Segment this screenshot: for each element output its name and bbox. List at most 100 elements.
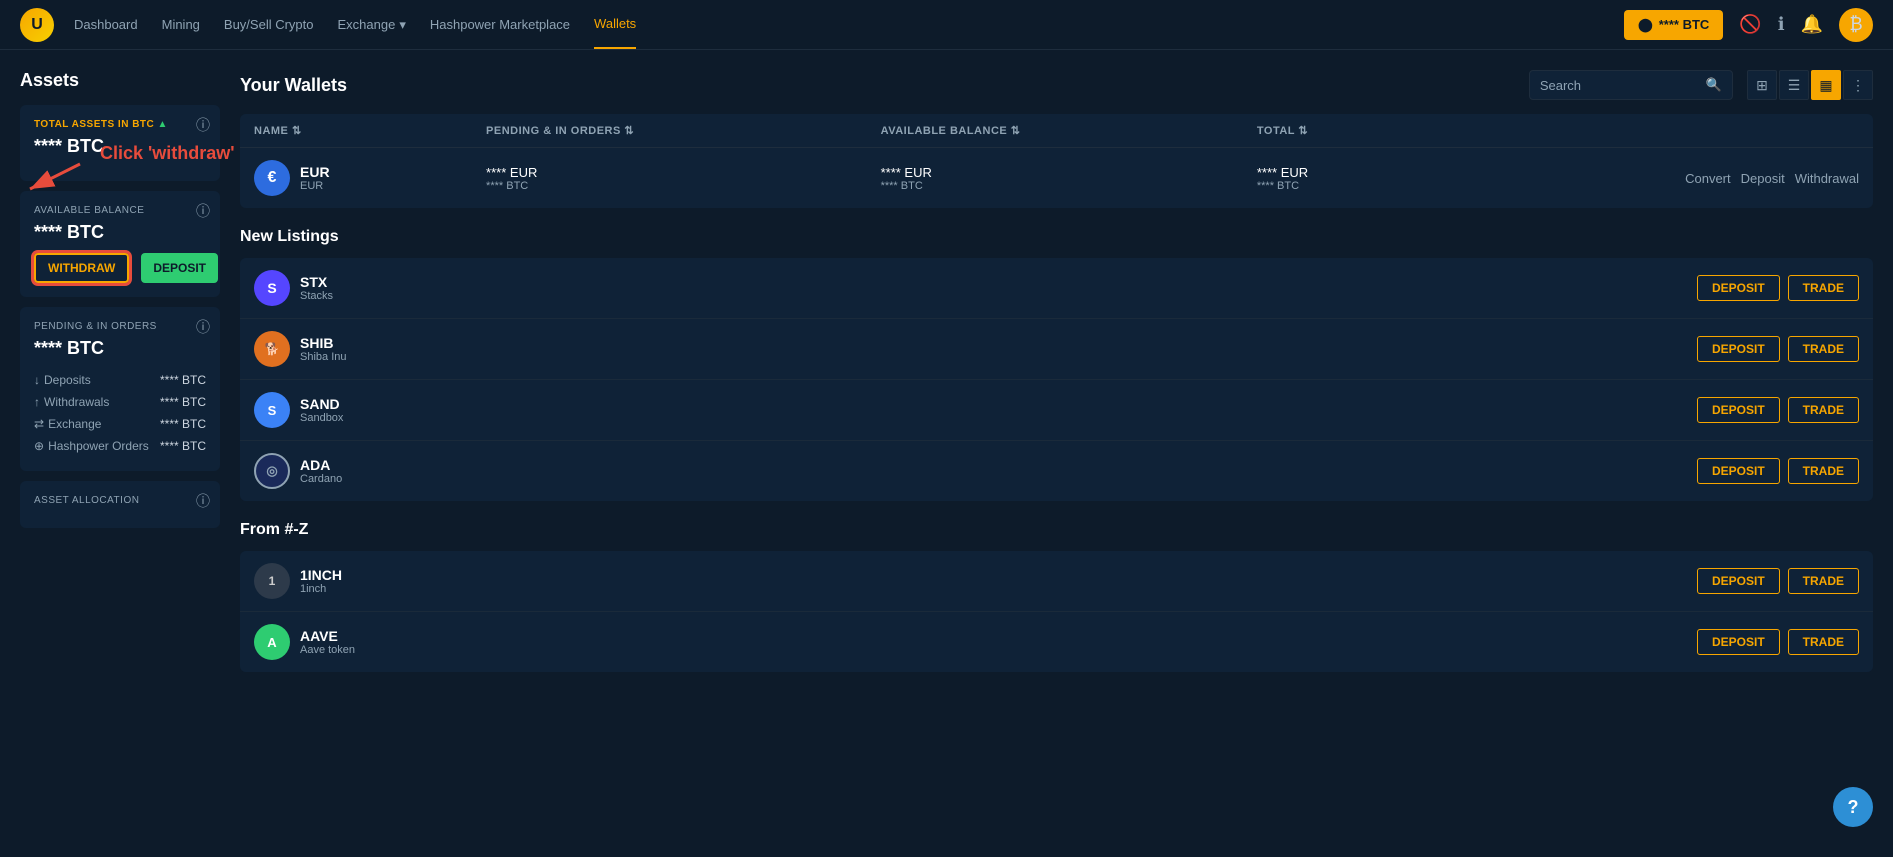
- page-title: Your Wallets: [240, 75, 347, 96]
- asset-allocation-info-icon[interactable]: ⓘ: [196, 491, 210, 511]
- col-name[interactable]: NAME ⇅: [240, 114, 472, 148]
- withdraw-button[interactable]: WITHDRAW: [34, 253, 129, 283]
- pending-orders-label: PENDING & IN ORDERS: [34, 321, 206, 332]
- deposit-button[interactable]: DEPOSIT: [141, 253, 218, 283]
- total-assets-info-icon[interactable]: ⓘ: [196, 115, 210, 135]
- eur-withdrawal-link[interactable]: Withdrawal: [1795, 171, 1859, 186]
- shib-icon: 🐕: [254, 331, 290, 367]
- nav-links: Dashboard Mining Buy/Sell Crypto Exchang…: [74, 0, 1624, 49]
- chevron-down-icon: ▾: [399, 17, 406, 33]
- nav-hashpower[interactable]: Hashpower Marketplace: [430, 0, 570, 49]
- help-button[interactable]: ?: [1833, 787, 1873, 827]
- more-options-button[interactable]: ⋮: [1843, 70, 1873, 100]
- nav-mining[interactable]: Mining: [162, 0, 200, 49]
- sand-icon: S: [254, 392, 290, 428]
- app-logo[interactable]: U: [20, 8, 54, 42]
- available-balance-info-icon[interactable]: ⓘ: [196, 201, 210, 221]
- asset-allocation-card: ⓘ ASSET ALLOCATION: [20, 481, 220, 528]
- grid-view-button[interactable]: ⊞: [1747, 70, 1777, 100]
- col-pending[interactable]: PENDING & IN ORDERS ⇅: [472, 114, 867, 148]
- deposits-icon: ↓: [34, 373, 40, 387]
- new-listings-title: New Listings: [240, 228, 1873, 246]
- no-eye-icon[interactable]: 🚫: [1739, 14, 1761, 35]
- search-icon: 🔍: [1706, 77, 1722, 93]
- exchange-icon: ⇄: [34, 417, 44, 431]
- available-balance-actions: WITHDRAW DEPOSIT: [34, 253, 206, 283]
- new-listings-group: S STX Stacks DEPOSIT TRADE: [240, 258, 1873, 501]
- content-area: Your Wallets 🔍 ⊞ ☰ ▦ ⋮ NAME ⇅: [240, 70, 1873, 837]
- ada-icon: ◎: [254, 453, 290, 489]
- btc-balance-button[interactable]: ⬤ **** BTC: [1624, 10, 1723, 40]
- avatar[interactable]: ₿: [1839, 8, 1873, 42]
- ada-deposit-button[interactable]: DEPOSIT: [1697, 458, 1780, 484]
- available-balance-card: ⓘ AVAILABLE BALANCE **** BTC Click 'with…: [20, 191, 220, 297]
- table-row: € EUR EUR **** EUR **** BTC **** EUR: [240, 148, 1873, 209]
- from-z-title: From #-Z: [240, 521, 1873, 539]
- eur-convert-link[interactable]: Convert: [1685, 171, 1731, 186]
- 1inch-deposit-button[interactable]: DEPOSIT: [1697, 568, 1780, 594]
- search-input[interactable]: [1540, 78, 1700, 93]
- pending-deposits-row: ↓ Deposits **** BTC: [34, 369, 206, 391]
- ada-trade-button[interactable]: TRADE: [1788, 458, 1859, 484]
- search-bar: 🔍: [1529, 70, 1733, 100]
- view-icons: ⊞ ☰ ▦ ⋮: [1747, 70, 1873, 100]
- 1inch-icon: 1: [254, 563, 290, 599]
- pending-orders-value: **** BTC: [34, 338, 206, 359]
- topnav: U Dashboard Mining Buy/Sell Crypto Excha…: [0, 0, 1893, 50]
- nav-dashboard[interactable]: Dashboard: [74, 0, 138, 49]
- col-actions: [1421, 114, 1873, 148]
- nav-wallets[interactable]: Wallets: [594, 0, 636, 49]
- eur-pending-cell: **** EUR **** BTC: [472, 148, 867, 209]
- list-item-ada: ◎ ADA Cardano DEPOSIT TRADE: [240, 441, 1873, 501]
- pending-orders-list: ↓ Deposits **** BTC ↑ Withdrawals **** B…: [34, 369, 206, 457]
- total-assets-card: ⓘ TOTAL ASSETS IN BTC ▲ **** BTC: [20, 105, 220, 181]
- sidebar-title: Assets: [20, 70, 220, 91]
- shib-trade-button[interactable]: TRADE: [1788, 336, 1859, 362]
- list-item-sand: S SAND Sandbox DEPOSIT TRADE: [240, 380, 1873, 441]
- pending-withdrawals-row: ↑ Withdrawals **** BTC: [34, 391, 206, 413]
- asset-allocation-label: ASSET ALLOCATION: [34, 495, 206, 506]
- eur-deposit-link[interactable]: Deposit: [1741, 171, 1785, 186]
- sidebar: Assets ⓘ TOTAL ASSETS IN BTC ▲ **** BTC …: [20, 70, 220, 837]
- 1inch-trade-button[interactable]: TRADE: [1788, 568, 1859, 594]
- info-icon[interactable]: ℹ: [1778, 14, 1785, 35]
- bell-icon[interactable]: 🔔: [1801, 14, 1823, 35]
- pending-orders-info-icon[interactable]: ⓘ: [196, 317, 210, 337]
- nav-exchange[interactable]: Exchange ▾: [338, 0, 406, 49]
- header-right-controls: 🔍 ⊞ ☰ ▦ ⋮: [1529, 70, 1873, 100]
- list-item-1inch: 1 1INCH 1inch DEPOSIT TRADE: [240, 551, 1873, 612]
- hashpower-icon: ⊕: [34, 439, 44, 453]
- aave-trade-button[interactable]: TRADE: [1788, 629, 1859, 655]
- topnav-right: ⬤ **** BTC 🚫 ℹ 🔔 ₿: [1624, 8, 1873, 42]
- eur-icon: €: [254, 160, 290, 196]
- pending-hashpower-row: ⊕ Hashpower Orders **** BTC: [34, 435, 206, 457]
- shib-deposit-button[interactable]: DEPOSIT: [1697, 336, 1780, 362]
- wallet-table: NAME ⇅ PENDING & IN ORDERS ⇅ AVAILABLE B…: [240, 114, 1873, 208]
- eur-total-cell: **** EUR **** BTC: [1243, 148, 1421, 209]
- stx-trade-button[interactable]: TRADE: [1788, 275, 1859, 301]
- eur-actions-cell: Convert Deposit Withdrawal: [1421, 148, 1873, 209]
- from-z-group: 1 1INCH 1inch DEPOSIT TRADE: [240, 551, 1873, 672]
- pending-orders-card: ⓘ PENDING & IN ORDERS **** BTC ↓ Deposit…: [20, 307, 220, 471]
- stx-deposit-button[interactable]: DEPOSIT: [1697, 275, 1780, 301]
- pending-exchange-row: ⇄ Exchange **** BTC: [34, 413, 206, 435]
- list-item-aave: A AAVE Aave token DEPOSIT TRADE: [240, 612, 1873, 672]
- aave-icon: A: [254, 624, 290, 660]
- col-total[interactable]: TOTAL ⇅: [1243, 114, 1421, 148]
- stx-icon: S: [254, 270, 290, 306]
- eur-available-cell: **** EUR **** BTC: [867, 148, 1243, 209]
- eur-name-cell: € EUR EUR: [240, 148, 472, 209]
- col-available[interactable]: AVAILABLE BALANCE ⇅: [867, 114, 1243, 148]
- table-view-button[interactable]: ▦: [1811, 70, 1841, 100]
- btc-icon: ⬤: [1638, 17, 1653, 33]
- list-item-stx: S STX Stacks DEPOSIT TRADE: [240, 258, 1873, 319]
- available-balance-label: AVAILABLE BALANCE: [34, 205, 206, 216]
- sand-deposit-button[interactable]: DEPOSIT: [1697, 397, 1780, 423]
- total-assets-label: TOTAL ASSETS IN BTC ▲: [34, 119, 206, 130]
- nav-buysell[interactable]: Buy/Sell Crypto: [224, 0, 314, 49]
- main-layout: Assets ⓘ TOTAL ASSETS IN BTC ▲ **** BTC …: [0, 50, 1893, 857]
- sand-trade-button[interactable]: TRADE: [1788, 397, 1859, 423]
- withdrawals-icon: ↑: [34, 395, 40, 409]
- list-view-button[interactable]: ☰: [1779, 70, 1809, 100]
- aave-deposit-button[interactable]: DEPOSIT: [1697, 629, 1780, 655]
